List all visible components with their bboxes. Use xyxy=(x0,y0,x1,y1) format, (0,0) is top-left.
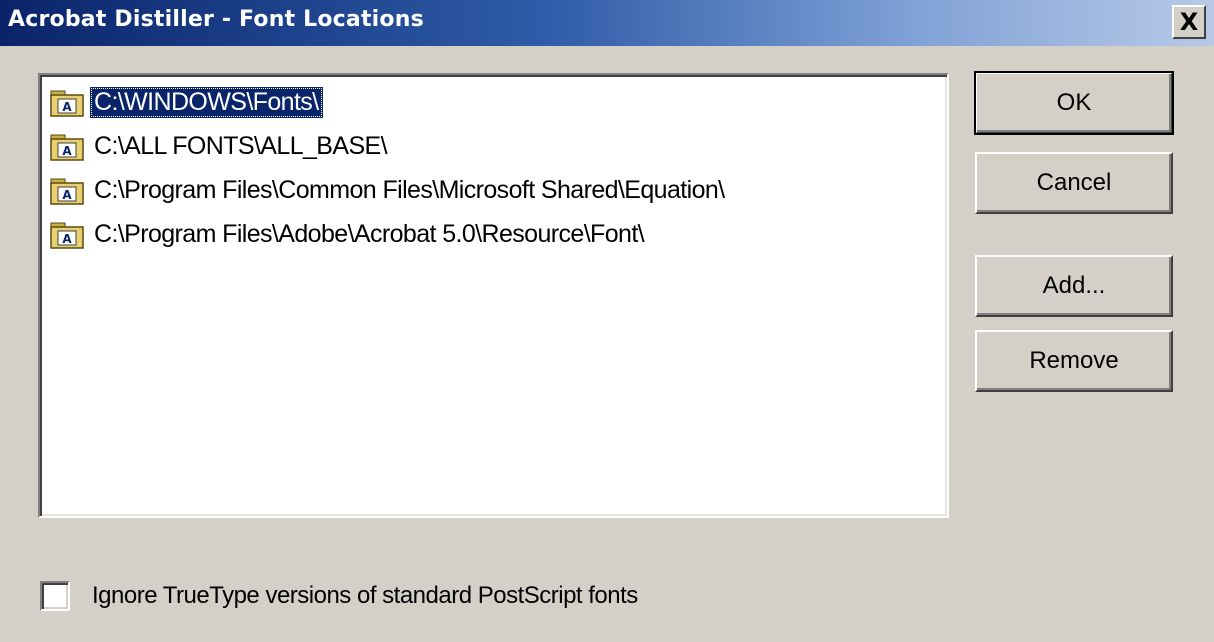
svg-text:A: A xyxy=(62,188,72,202)
svg-text:A: A xyxy=(62,144,72,158)
list-item-label: C:\WINDOWS\Fonts\ xyxy=(90,86,323,118)
list-item-label: C:\Program Files\Adobe\Acrobat 5.0\Resou… xyxy=(94,219,645,248)
cancel-button[interactable]: Cancel xyxy=(975,152,1173,214)
font-folder-icon: A xyxy=(50,134,84,161)
font-folder-icon: A xyxy=(50,222,84,249)
list-item[interactable]: A C:\Program Files\Adobe\Acrobat 5.0\Res… xyxy=(50,215,648,253)
font-folder-icon: A xyxy=(50,90,84,117)
list-item[interactable]: A C:\ALL FONTS\ALL_BASE\ xyxy=(50,127,391,165)
list-item[interactable]: A C:\Program Files\Common Files\Microsof… xyxy=(50,171,729,209)
font-locations-list[interactable]: A C:\WINDOWS\Fonts\ A C:\ALL FONTS\ALL_B… xyxy=(38,73,949,518)
svg-text:A: A xyxy=(62,100,72,114)
svg-text:A: A xyxy=(62,232,72,246)
font-locations-dialog: Acrobat Distiller - Font Locations X A C… xyxy=(0,0,1214,642)
list-item-label: C:\ALL FONTS\ALL_BASE\ xyxy=(94,131,388,160)
window-title: Acrobat Distiller - Font Locations xyxy=(8,7,424,32)
close-icon: X xyxy=(1179,8,1199,36)
close-button[interactable]: X xyxy=(1172,5,1206,39)
ignore-truetype-label[interactable]: Ignore TrueType versions of standard Pos… xyxy=(92,582,638,610)
add-button[interactable]: Add... xyxy=(975,255,1173,317)
font-folder-icon: A xyxy=(50,178,84,205)
list-item[interactable]: A C:\WINDOWS\Fonts\ xyxy=(50,83,323,121)
remove-button[interactable]: Remove xyxy=(975,330,1173,392)
list-item-label: C:\Program Files\Common Files\Microsoft … xyxy=(94,175,725,204)
ok-button[interactable]: OK xyxy=(974,71,1174,135)
ignore-truetype-option[interactable]: Ignore TrueType versions of standard Pos… xyxy=(40,578,638,614)
title-bar[interactable]: Acrobat Distiller - Font Locations X xyxy=(0,0,1214,46)
ignore-truetype-checkbox[interactable] xyxy=(40,581,70,611)
